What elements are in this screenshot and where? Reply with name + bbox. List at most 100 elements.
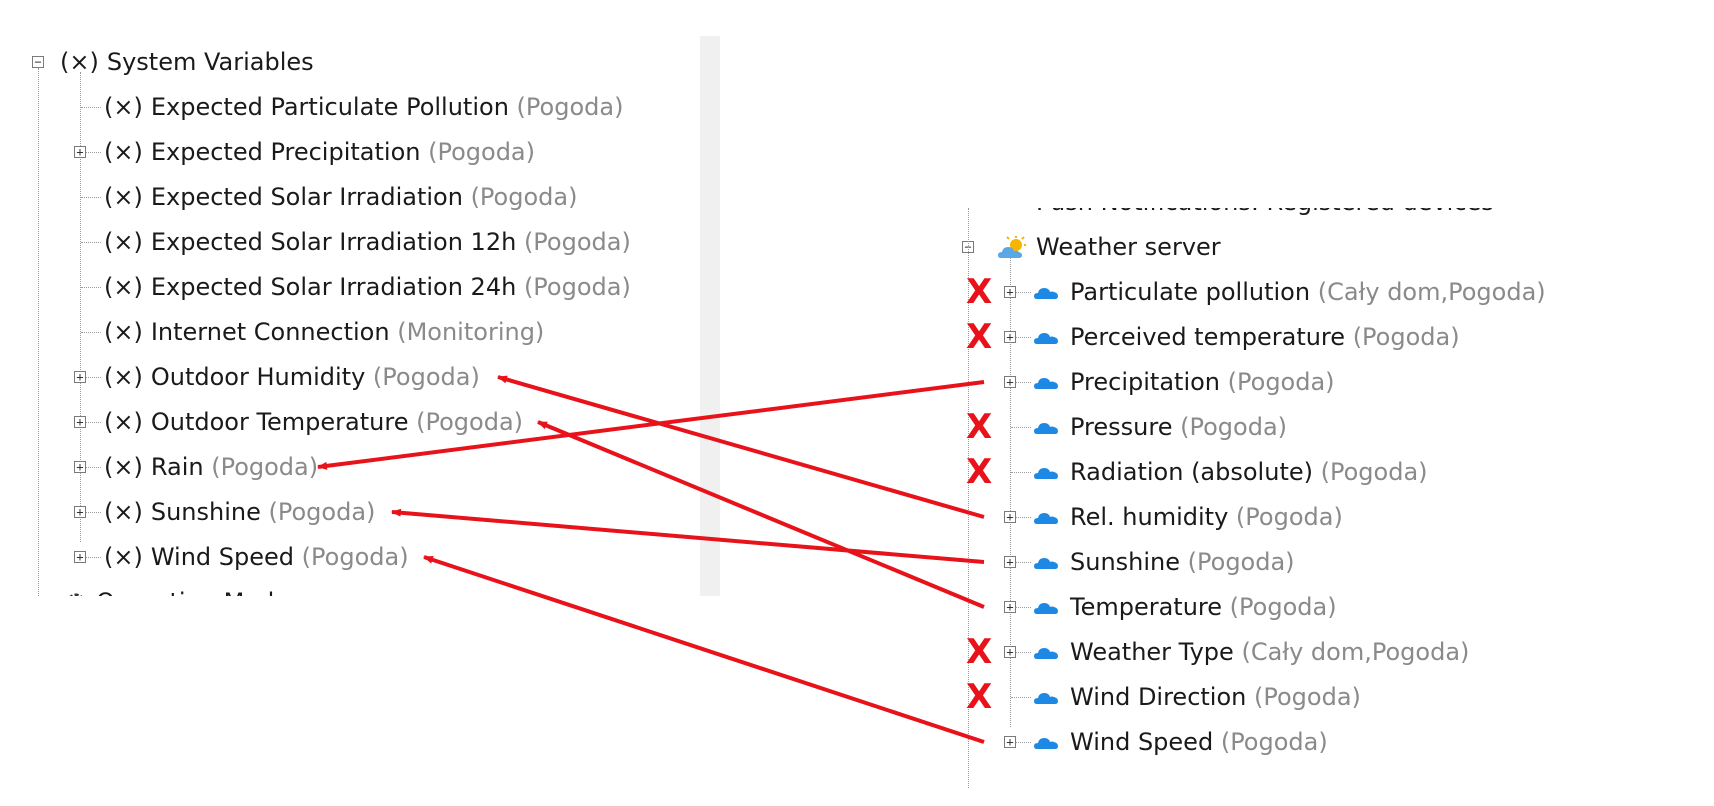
removed-mark: X	[966, 452, 993, 492]
tree-item-group: (Pogoda)	[372, 363, 480, 391]
tree-item-label: Internet Connection	[150, 318, 390, 346]
tree-item-label: Perceived temperature	[1070, 323, 1346, 351]
tree-root-operating-modes[interactable]: Operating Modes	[64, 582, 302, 596]
tree-item-label: Outdoor Temperature	[150, 408, 409, 436]
tree-item[interactable]: (×) Rain (Pogoda)	[104, 447, 318, 487]
tree-root-label: Operating Modes	[96, 588, 302, 596]
tree-item[interactable]: Radiation (absolute) (Pogoda)	[1034, 452, 1428, 492]
expand-toggle[interactable]: +	[74, 551, 86, 563]
panel-scrollbar[interactable]	[700, 36, 720, 596]
tree-item[interactable]: Sunshine (Pogoda)	[1034, 542, 1295, 582]
tree-item[interactable]: Temperature (Pogoda)	[1034, 587, 1337, 627]
expand-toggle[interactable]: +	[74, 461, 86, 473]
tree-item[interactable]: (×) Outdoor Temperature (Pogoda)	[104, 402, 523, 442]
cloud-icon	[1034, 468, 1058, 479]
removed-mark: X	[966, 632, 993, 672]
tree-item[interactable]: Particulate pollution (Cały dom,Pogoda)	[1034, 272, 1546, 312]
tree-item[interactable]: (×) Expected Solar Irradiation 24h (Pogod…	[104, 267, 631, 307]
expand-toggle[interactable]: +	[1004, 556, 1016, 568]
tree-item-label: Rain	[150, 453, 204, 481]
tree-item-group: (Pogoda)	[211, 453, 319, 481]
tree-item[interactable]: Precipitation (Pogoda)	[1034, 362, 1335, 402]
variable-x-icon: (×)	[104, 318, 143, 346]
variable-x-icon: (×)	[104, 183, 143, 211]
cloud-icon	[1034, 738, 1058, 749]
tree-item[interactable]: (×) Sunshine (Pogoda)	[104, 492, 375, 532]
tree-item-label: Weather Type	[1070, 638, 1234, 666]
cloud-icon	[1034, 693, 1058, 704]
gear-icon	[69, 593, 83, 596]
expand-toggle[interactable]: +	[1004, 601, 1016, 613]
tree-item[interactable]: (×) Expected Solar Irradiation (Pogoda)	[104, 177, 577, 217]
tree-item-label: Wind Speed	[150, 543, 295, 571]
tree-guide-line	[1011, 472, 1031, 473]
cloud-icon	[1034, 603, 1058, 614]
tree-item[interactable]: (×) Expected Particulate Pollution (Pogod…	[104, 87, 623, 127]
tree-item-label: Precipitation	[1070, 368, 1221, 396]
expand-toggle[interactable]: +	[74, 506, 86, 518]
tree-item[interactable]: (×) Expected Precipitation (Pogoda)	[104, 132, 535, 172]
tree-item-group: (Pogoda)	[1220, 728, 1328, 756]
tree-item[interactable]: (×) Expected Solar Irradiation 12h (Pogod…	[104, 222, 631, 262]
tree-item-group: (Pogoda)	[1180, 413, 1288, 441]
tree-item[interactable]: Wind Direction (Pogoda)	[1034, 677, 1361, 717]
tree-root-label: System Variables	[106, 48, 314, 76]
variable-x-icon: (×)	[104, 543, 143, 571]
tree-item-group: (Pogoda)	[523, 228, 631, 256]
collapse-toggle-system-variables[interactable]: −	[32, 56, 44, 68]
expand-toggle[interactable]: +	[1004, 511, 1016, 523]
tree-guide-line	[81, 107, 101, 108]
tree-item-label: Temperature	[1070, 593, 1223, 621]
tree-item-group: (Pogoda)	[1235, 503, 1343, 531]
expand-toggle[interactable]: +	[1004, 736, 1016, 748]
left-tree-panel: (×) System Variables − (×) Expected Particul…	[0, 0, 700, 596]
variable-x-icon: (×)	[104, 408, 143, 436]
tree-item-label: Expected Solar Irradiation 12h	[150, 228, 517, 256]
variable-x-icon: (×)	[104, 138, 143, 166]
tree-item-group: (Monitoring)	[397, 318, 545, 346]
tree-item-label: Outdoor Humidity	[150, 363, 366, 391]
tree-item[interactable]: Wind Speed (Pogoda)	[1034, 722, 1328, 762]
variable-x-icon: (×)	[104, 228, 143, 256]
tree-item-group: (Pogoda)	[1229, 593, 1337, 621]
tree-item-group: (Cały dom,Pogoda)	[1317, 278, 1546, 306]
tree-item-group: (Pogoda)	[516, 93, 624, 121]
tree-item-group: (Pogoda)	[523, 273, 631, 301]
variable-x-icon: (×)	[104, 363, 143, 391]
tree-item-label: Expected Precipitation	[150, 138, 421, 166]
tree-root-weather-server[interactable]: Weather server	[998, 227, 1221, 267]
tree-root-push-notifications[interactable]: Push Notifications: Registered devices	[1036, 208, 1494, 222]
tree-item-group: (Pogoda)	[1227, 368, 1335, 396]
tree-item-label: Radiation (absolute)	[1070, 458, 1313, 486]
tree-root-system-variables[interactable]: (×) System Variables	[60, 42, 314, 82]
removed-mark: X	[966, 317, 993, 357]
tree-item[interactable]: (×) Outdoor Humidity (Pogoda)	[104, 357, 480, 397]
tree-item-label: Expected Solar Irradiation 24h	[150, 273, 517, 301]
tree-item[interactable]: (×) Internet Connection (Monitoring)	[104, 312, 544, 352]
tree-item-label: Pressure	[1070, 413, 1173, 441]
tree-item-group: (Pogoda)	[470, 183, 578, 211]
cloud-icon	[1034, 513, 1058, 524]
tree-guide-line	[1011, 427, 1031, 428]
tree-item-label: Expected Particulate Pollution	[150, 93, 509, 121]
expand-toggle[interactable]: +	[74, 371, 86, 383]
expand-toggle[interactable]: +	[1004, 376, 1016, 388]
cloud-icon	[1034, 423, 1058, 434]
tree-item[interactable]: (×) Wind Speed (Pogoda)	[104, 537, 409, 577]
tree-item[interactable]: Weather Type (Cały dom,Pogoda)	[1034, 632, 1469, 672]
cloud-icon	[1034, 288, 1058, 299]
expand-toggle[interactable]: +	[74, 146, 86, 158]
tree-item[interactable]: Rel. humidity (Pogoda)	[1034, 497, 1343, 537]
tree-item-label: Sunshine	[1070, 548, 1181, 576]
expand-toggle[interactable]: +	[1004, 646, 1016, 658]
tree-guide-line	[81, 332, 101, 333]
expand-toggle[interactable]: +	[1004, 286, 1016, 298]
tree-item-group: (Pogoda)	[1254, 683, 1361, 711]
expand-toggle[interactable]: +	[1004, 331, 1016, 343]
cloud-icon	[1034, 558, 1058, 569]
tree-item[interactable]: Pressure (Pogoda)	[1034, 407, 1287, 447]
sun-cloud-icon	[998, 236, 1026, 258]
cloud-icon	[1034, 378, 1058, 389]
tree-item[interactable]: Perceived temperature (Pogoda)	[1034, 317, 1460, 357]
expand-toggle[interactable]: +	[74, 416, 86, 428]
